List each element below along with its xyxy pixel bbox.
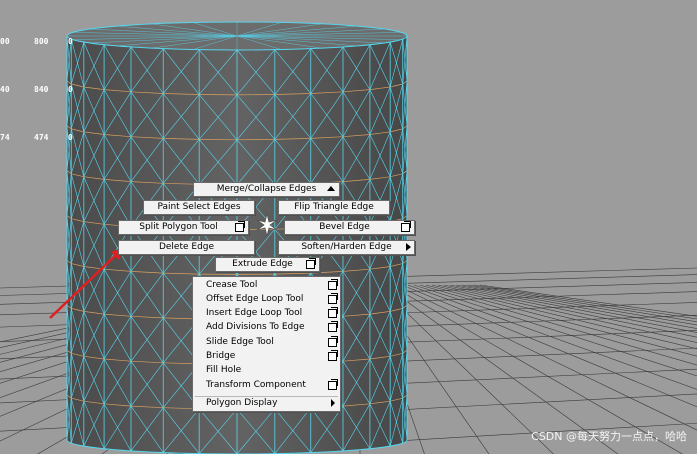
option-box-icon[interactable] — [306, 258, 316, 269]
submenu-arrow-icon — [331, 399, 335, 407]
option-box-icon[interactable] — [401, 221, 411, 232]
menu-label: Paint Select Edges — [157, 202, 241, 212]
menu-label: Split Polygon Tool — [139, 222, 218, 232]
option-box-icon[interactable] — [328, 321, 338, 332]
bevel-edge-item[interactable]: Bevel Edge — [284, 220, 415, 235]
hud-row-edges: 40 840 0 — [0, 82, 102, 98]
hud-value: 800 — [34, 37, 49, 46]
menu-item-offset-edge-loop-tool[interactable]: Offset Edge Loop Tool — [193, 292, 340, 306]
flip-triangle-edge-item[interactable]: Flip Triangle Edge — [278, 200, 390, 215]
hud-value: 74 — [0, 133, 10, 142]
menu-label: Insert Edge Loop Tool — [206, 308, 303, 318]
option-box-icon[interactable] — [328, 350, 338, 361]
marking-menu-center-icon — [256, 214, 278, 236]
extrude-edge-item[interactable]: Extrude Edge — [215, 257, 320, 272]
menu-label: Delete Edge — [158, 242, 215, 252]
merge-collapse-edges-item[interactable]: Merge/Collapse Edges — [193, 182, 340, 197]
menu-label: Offset Edge Loop Tool — [206, 294, 304, 304]
menu-item-fill-hole[interactable]: Fill Hole — [193, 363, 340, 377]
delete-edge-item[interactable]: Delete Edge — [118, 240, 255, 255]
menu-label: Flip Triangle Edge — [294, 202, 374, 212]
poly-count-hud: 00 800 0 40 840 0 74 474 0 — [0, 2, 102, 162]
menu-item-add-divisions-to-edge[interactable]: Add Divisions To Edge — [193, 320, 340, 334]
hud-row-faces: 74 474 0 — [0, 130, 102, 146]
option-box-icon[interactable] — [328, 307, 338, 318]
menu-label: Transform Component — [206, 380, 306, 390]
hud-value: 0 — [68, 133, 73, 142]
triangle-up-icon — [327, 186, 335, 191]
hud-value: 474 — [34, 133, 49, 142]
hud-value: 840 — [34, 85, 49, 94]
hud-row-verts: 00 800 0 — [0, 34, 102, 50]
option-box-icon[interactable] — [235, 221, 245, 232]
hud-value: 0 — [68, 85, 73, 94]
option-box-icon[interactable] — [328, 379, 338, 390]
hud-value: 40 — [0, 85, 10, 94]
watermark-text: CSDN @每天努力一点点，哈哈 — [531, 430, 687, 443]
option-box-icon[interactable] — [328, 336, 338, 347]
option-box-icon[interactable] — [328, 293, 338, 304]
soften-harden-edge-item[interactable]: Soften/Harden Edge — [278, 240, 415, 255]
menu-label: Merge/Collapse Edges — [216, 184, 317, 194]
menu-item-bridge[interactable]: Bridge — [193, 349, 340, 363]
menu-label: Crease Tool — [206, 280, 258, 290]
hud-value: 00 — [0, 37, 10, 46]
menu-item-slide-edge-tool[interactable]: Slide Edge Tool — [193, 335, 340, 349]
paint-select-edges-item[interactable]: Paint Select Edges — [143, 200, 255, 215]
split-polygon-tool-item[interactable]: Split Polygon Tool — [118, 220, 249, 235]
menu-item-insert-edge-loop-tool[interactable]: Insert Edge Loop Tool — [193, 306, 340, 320]
menu-item-polygon-display[interactable]: Polygon Display — [193, 396, 340, 410]
menu-label: Slide Edge Tool — [206, 337, 274, 347]
menu-item-crease-tool[interactable]: Crease Tool — [193, 278, 340, 292]
menu-label: Fill Hole — [206, 365, 242, 375]
menu-label: Polygon Display — [206, 398, 278, 408]
submenu-arrow-icon — [406, 243, 411, 251]
option-box-icon[interactable] — [328, 279, 338, 290]
menu-label: Add Divisions To Edge — [206, 322, 305, 332]
menu-label: Soften/Harden Edge — [301, 242, 392, 252]
menu-label: Bevel Edge — [319, 222, 370, 232]
edge-tools-menu: Crease Tool Offset Edge Loop Tool Insert… — [192, 276, 341, 412]
menu-item-transform-component[interactable]: Transform Component — [193, 378, 340, 392]
hud-value: 0 — [68, 37, 73, 46]
menu-label: Bridge — [206, 351, 236, 361]
menu-label: Extrude Edge — [232, 259, 293, 269]
